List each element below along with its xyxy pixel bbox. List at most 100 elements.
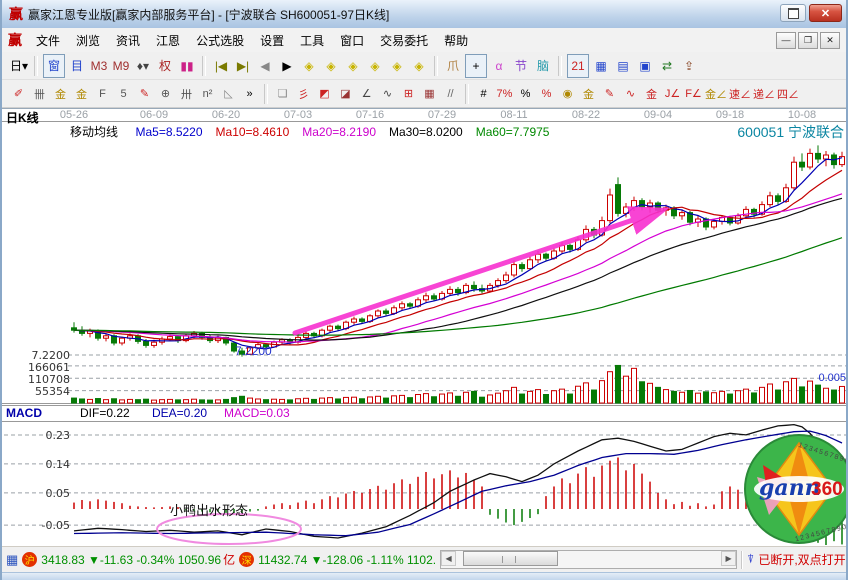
toolbar-separator <box>34 56 38 76</box>
gold-line-icon[interactable]: 金 <box>579 83 598 105</box>
menu-item-工具[interactable]: 工具 <box>292 29 332 52</box>
ma-legend-title: 移动均线 <box>70 123 118 140</box>
menu-item-资讯[interactable]: 资讯 <box>108 29 148 52</box>
comb-gold-2-icon[interactable]: 金 <box>72 83 91 105</box>
angle-j-icon[interactable]: J∠ <box>663 83 682 105</box>
comb-plain-icon[interactable]: 卌 <box>30 83 49 105</box>
mdi-window-buttons: —❐✕ <box>776 32 840 49</box>
comb-f-icon[interactable]: F <box>93 83 112 105</box>
angle-four-icon[interactable]: 四∠ <box>777 83 799 105</box>
menu-item-浏览[interactable]: 浏览 <box>68 29 108 52</box>
menu-item-文件[interactable]: 文件 <box>28 29 68 52</box>
menu-item-江恩[interactable]: 江恩 <box>148 29 188 52</box>
minichart-9-icon[interactable]: M9 <box>111 55 131 77</box>
percent-band-icon[interactable]: 7% <box>495 83 514 105</box>
fan-box-2-icon[interactable]: ◪ <box>336 83 355 105</box>
slant-lines-icon[interactable]: // <box>441 83 460 105</box>
comb-n2-icon[interactable]: n² <box>198 83 217 105</box>
menu-item-交易委托[interactable]: 交易委托 <box>372 29 436 52</box>
market-grid-icon[interactable]: ▦ <box>6 552 18 568</box>
angle-speed-icon[interactable]: 速∠ <box>729 83 751 105</box>
pan-hand-icon[interactable]: 爪 <box>443 55 463 77</box>
comb-gold-1-icon[interactable]: 金 <box>51 83 70 105</box>
calendar-21-icon[interactable]: 21 <box>567 54 589 78</box>
connection-status[interactable]: 已断开,双点打开. <box>758 551 848 568</box>
kline-style-dropdown-icon[interactable]: ♦▾ <box>133 55 153 77</box>
diamond-vsplit-icon[interactable]: ◈ <box>409 55 429 77</box>
next-bar-icon[interactable]: ▶ <box>277 55 297 77</box>
angle-di-icon[interactable]: 递∠ <box>753 83 775 105</box>
prev-bar-icon[interactable]: ◀ <box>255 55 275 77</box>
pen-2-icon[interactable]: ✎ <box>135 83 154 105</box>
publish-icon[interactable]: ⇪ <box>679 55 699 77</box>
quote-list-icon[interactable]: 目 <box>67 55 87 77</box>
volume-right-label: 0.005 <box>808 372 846 384</box>
net-transfer-icon[interactable]: ⇄ <box>657 55 677 77</box>
minichart-3-icon[interactable]: M3 <box>89 55 109 77</box>
analysis-brain-icon[interactable]: 脑 <box>533 55 553 77</box>
horizontal-scrollbar[interactable]: ◀ ▶ <box>440 550 737 569</box>
diamond-star-icon[interactable]: ◈ <box>387 55 407 77</box>
menu-item-公式选股[interactable]: 公式选股 <box>188 29 252 52</box>
notepad-icon[interactable]: ▤ <box>613 55 633 77</box>
percent-line-icon[interactable]: % <box>537 83 556 105</box>
macd-title: MACD <box>6 406 42 420</box>
angle-lines-icon[interactable]: ∠ <box>357 83 376 105</box>
restore-rights-icon[interactable]: 权 <box>155 55 175 77</box>
comb-5-icon[interactable]: 5 <box>114 83 133 105</box>
period-day-dropdown-icon[interactable]: 日▾ <box>9 55 29 77</box>
angle-gold-icon[interactable]: 金∠ <box>705 83 727 105</box>
menu-item-设置[interactable]: 设置 <box>252 29 292 52</box>
chart-window-icon[interactable]: 窗 <box>43 54 65 78</box>
fan-box-icon[interactable]: ◩ <box>315 83 334 105</box>
x-axis-tick: 06-20 <box>212 109 240 121</box>
stats-alpha-icon[interactable]: α <box>489 55 509 77</box>
circle-comb-icon[interactable]: ⊕ <box>156 83 175 105</box>
wave-v-icon[interactable]: ∿ <box>378 83 397 105</box>
scale-bars-icon[interactable]: # <box>474 83 493 105</box>
window-title: 赢家江恩专业版[赢家内部服务平台] - [宁波联合 SH600051-97日K线… <box>28 6 389 23</box>
chart-canvas[interactable] <box>2 108 848 546</box>
save-icon[interactable]: ▣ <box>635 55 655 77</box>
wave-band-icon[interactable]: ∿ <box>621 83 640 105</box>
mdi-restore-button[interactable]: ❐ <box>798 32 818 49</box>
fan-lines-icon[interactable]: 彡 <box>294 83 313 105</box>
macd-value-label: MACD=0.03 <box>224 406 290 420</box>
mdi-close-button[interactable]: ✕ <box>820 32 840 49</box>
diamond-left-icon[interactable]: ◈ <box>299 55 319 77</box>
gold-red-icon[interactable]: 金 <box>642 83 661 105</box>
mdi-minimize-button[interactable]: — <box>776 32 796 49</box>
ma-legend-item: Ma20=8.2190 <box>302 125 376 139</box>
scrollbar-thumb[interactable] <box>463 551 558 566</box>
close-button[interactable]: ✕ <box>809 4 842 22</box>
gann-tool-icon[interactable]: 节 <box>511 55 531 77</box>
macd-axis-tick: 0.05 <box>4 487 70 500</box>
diamond-hsplit-icon[interactable]: ◈ <box>343 55 363 77</box>
connection-icon[interactable]: ⍒ <box>747 552 754 567</box>
pen-small-icon[interactable]: ✎ <box>600 83 619 105</box>
menu-bar: 赢 文件浏览资讯江恩公式选股设置工具窗口交易委托帮助 —❐✕ <box>2 28 846 53</box>
draw-box-icon[interactable]: ❏ <box>273 83 292 105</box>
scroll-right-icon[interactable]: ▶ <box>721 551 736 566</box>
first-page-icon[interactable]: |◀ <box>211 55 231 77</box>
symbol-label: 600051 宁波联合 <box>737 122 844 142</box>
gold-circle-icon[interactable]: ◉ <box>558 83 577 105</box>
color-volume-icon[interactable]: ▮▮ <box>177 55 197 77</box>
overflow-icon[interactable]: » <box>240 83 259 105</box>
trend-pen-icon[interactable]: ✐ <box>9 83 28 105</box>
percent-icon[interactable]: % <box>516 83 535 105</box>
diamond-right-icon[interactable]: ◈ <box>321 55 341 77</box>
calculator-icon[interactable]: ▦ <box>591 55 611 77</box>
menu-item-帮助[interactable]: 帮助 <box>436 29 476 52</box>
crosshair-icon[interactable]: + <box>465 54 487 78</box>
ruler-angle-icon[interactable]: ◺ <box>219 83 238 105</box>
grid-red-icon[interactable]: ⊞ <box>399 83 418 105</box>
angle-f-icon[interactable]: F∠ <box>684 83 703 105</box>
diamond-cross-icon[interactable]: ◈ <box>365 55 385 77</box>
last-page-icon[interactable]: ▶| <box>233 55 253 77</box>
comb-dense-icon[interactable]: 卅 <box>177 83 196 105</box>
menu-item-窗口[interactable]: 窗口 <box>332 29 372 52</box>
scroll-left-icon[interactable]: ◀ <box>441 551 456 566</box>
grid-red-2-icon[interactable]: ▦ <box>420 83 439 105</box>
maximize-restore-button[interactable] <box>780 4 806 22</box>
